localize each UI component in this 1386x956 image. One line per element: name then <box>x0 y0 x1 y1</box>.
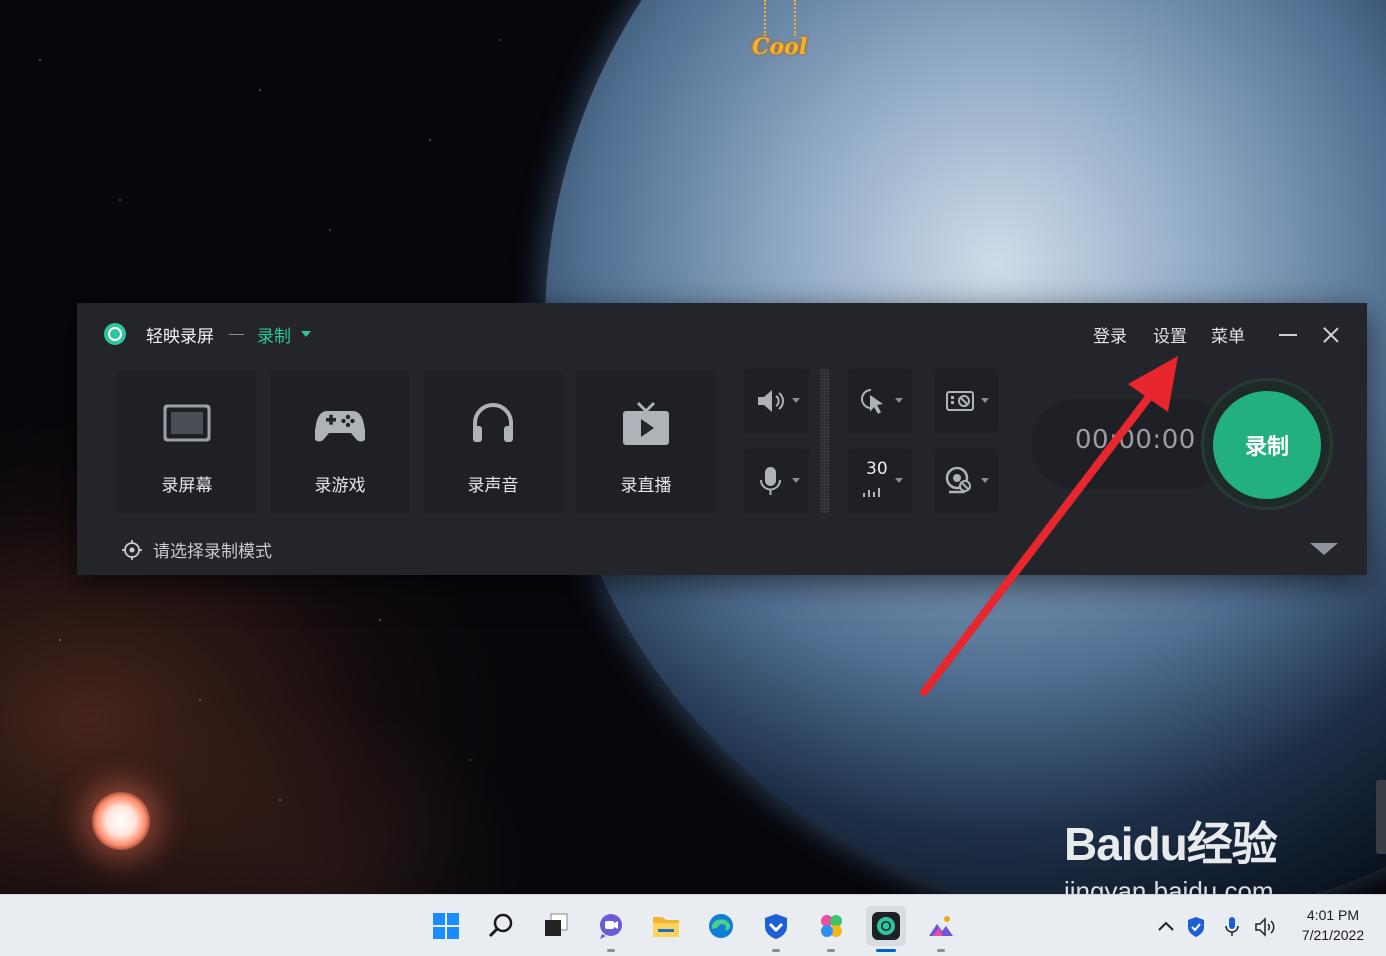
chevron-down-icon <box>301 331 311 337</box>
tv-play-icon <box>623 401 669 445</box>
mode-tile-label: 录声音 <box>467 476 519 496</box>
mode-tile-label: 录游戏 <box>314 476 366 496</box>
signal-bars-icon <box>863 488 880 497</box>
cursor-icon <box>861 389 883 414</box>
gamepad-icon <box>315 411 365 442</box>
expand-panel-icon[interactable] <box>1310 543 1338 555</box>
timer-text: 00:00:00 <box>1075 425 1196 455</box>
mode-tile-game[interactable]: 录游戏 <box>270 371 410 513</box>
security-shield-icon[interactable] <box>756 906 796 952</box>
microphone-toggle[interactable] <box>745 449 809 513</box>
baidu-watermark: Baidu经验 jingyan.baidu.com <box>1064 808 1278 907</box>
task-view-icon[interactable] <box>536 906 576 946</box>
titlebar: 轻映录屏 录制 登录 设置 菜单 <box>77 303 1367 365</box>
taskbar: 4:01 PM 7/21/2022 <box>0 894 1386 956</box>
clock-date: 7/21/2022 <box>1301 927 1365 943</box>
mode-hint-text: 请选择录制模式 <box>153 542 272 562</box>
tray-microphone-icon[interactable] <box>1222 915 1242 939</box>
speaker-toggle[interactable] <box>745 369 809 433</box>
mode-dropdown[interactable]: 录制 <box>257 321 311 347</box>
desktop-side-widget[interactable] <box>1376 780 1386 854</box>
close-icon[interactable] <box>1319 323 1343 347</box>
chevron-down-icon <box>895 478 903 483</box>
sun-image <box>92 792 150 850</box>
minimize-icon[interactable] <box>1279 334 1297 336</box>
mode-tile-audio[interactable]: 录声音 <box>423 371 563 513</box>
menu-link[interactable]: 菜单 <box>1211 322 1245 347</box>
mode-tile-screen[interactable]: 录屏幕 <box>117 371 257 513</box>
mode-dropdown-label: 录制 <box>257 326 291 347</box>
cursor-settings[interactable] <box>848 369 912 433</box>
chevron-down-icon <box>981 478 989 483</box>
screen-icon <box>163 404 211 442</box>
tray-overflow-chevron-icon[interactable] <box>1156 915 1176 939</box>
speaker-icon <box>758 390 784 412</box>
clock-time: 4:01 PM <box>1306 907 1360 923</box>
chevron-down-icon <box>981 398 989 403</box>
microphone-icon <box>760 467 781 495</box>
edge-icon[interactable] <box>701 906 741 946</box>
record-button[interactable]: 录制 <box>1213 391 1321 499</box>
chat-icon[interactable] <box>591 906 631 952</box>
search-icon[interactable] <box>481 906 521 946</box>
app-title: 轻映录屏 <box>146 327 214 347</box>
photos-pinwheel-icon[interactable] <box>811 906 851 952</box>
title-separator <box>229 334 244 335</box>
settings-link[interactable]: 设置 <box>1153 322 1187 347</box>
screen-recorder-icon[interactable] <box>866 906 906 952</box>
divider <box>820 369 830 513</box>
camera-toggle[interactable] <box>934 449 998 513</box>
watermark-off-icon <box>946 391 974 411</box>
mode-tile-label: 录屏幕 <box>161 476 213 496</box>
cool-tag-text: Cool <box>752 34 808 60</box>
login-link[interactable]: 登录 <box>1093 322 1127 347</box>
mode-tile-live[interactable]: 录直播 <box>576 371 716 513</box>
watermark-toggle[interactable] <box>934 369 998 433</box>
defender-shield-icon[interactable] <box>1186 915 1206 939</box>
file-explorer-icon[interactable] <box>646 906 686 946</box>
webcam-off-icon <box>945 466 971 494</box>
target-icon <box>122 539 142 560</box>
screen-recorder-window: 轻映录屏 录制 登录 设置 菜单 录屏幕 录游戏 录声音 录直播 30 00:0… <box>77 303 1367 575</box>
chevron-down-icon <box>792 478 800 483</box>
taskbar-clock[interactable]: 4:01 PM 7/21/2022 <box>1290 905 1376 945</box>
photos-mountain-icon[interactable] <box>921 906 961 952</box>
cool-necklace-image: Cool <box>752 0 808 62</box>
tray-volume-icon[interactable] <box>1254 915 1278 939</box>
watermark-brand: Baidu经验 <box>1064 818 1278 870</box>
timer-display: 00:00:00 <box>1031 399 1231 489</box>
app-logo-icon <box>104 323 126 345</box>
headphones-icon <box>473 403 513 442</box>
fps-value: 30 <box>866 459 888 479</box>
chevron-down-icon <box>792 398 800 403</box>
mode-tile-label: 录直播 <box>620 476 672 496</box>
chevron-down-icon <box>895 398 903 403</box>
start-icon[interactable] <box>426 906 466 946</box>
frame-rate-select[interactable]: 30 <box>848 449 912 513</box>
mode-hint: 请选择录制模式 <box>121 537 272 562</box>
